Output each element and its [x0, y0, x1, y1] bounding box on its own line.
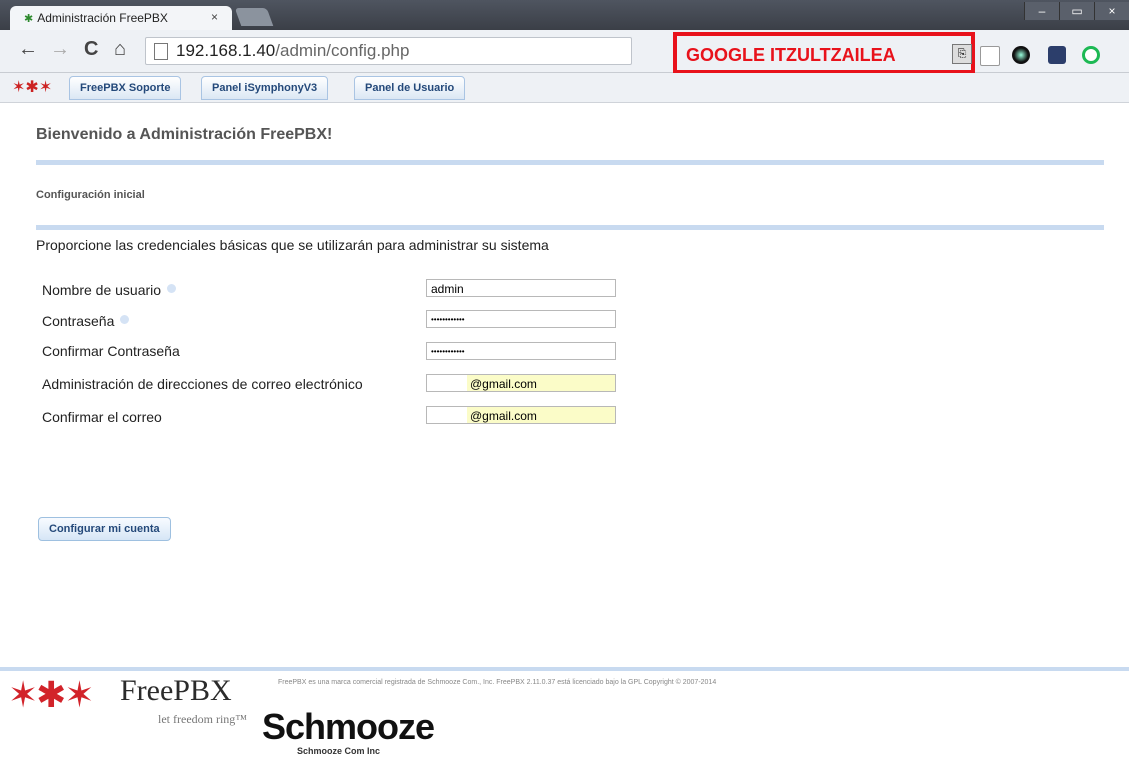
browser-titlebar: ✱ Administración FreePBX × – ▭ × — [0, 0, 1129, 30]
extension-people-icon[interactable] — [1048, 46, 1066, 64]
help-icon[interactable] — [120, 315, 130, 324]
address-bar[interactable]: 192.168.1.40/admin/config.php — [145, 37, 632, 65]
confirm-password-field[interactable]: •••••••••••• — [426, 342, 616, 360]
confirm-email-field[interactable]: @gmail.com — [426, 406, 616, 424]
bookmark-freepbx-soporte[interactable]: FreePBX Soporte — [69, 76, 182, 100]
intro-text: Proporcione las credenciales básicas que… — [36, 237, 549, 253]
footer-legal: FreePBX es una marca comercial registrad… — [278, 679, 717, 686]
bookmark-star-icon[interactable] — [980, 46, 1000, 66]
divider — [36, 225, 1104, 230]
footer-tagline: let freedom ring™ — [158, 712, 248, 726]
freepbx-frog-logo-icon: ✶✱✶ — [8, 674, 94, 715]
password-field[interactable]: •••••••••••• — [426, 310, 616, 328]
tab-title: Administración FreePBX — [37, 11, 168, 25]
schmooze-subtitle: Schmooze Com Inc — [297, 746, 381, 756]
annotation-label: GOOGLE ITZULTZAILEA — [686, 45, 896, 65]
minimize-button[interactable]: – — [1024, 2, 1059, 20]
page-title: Bienvenido a Administración FreePBX! — [36, 126, 333, 143]
bookmarks-bar: ✶✱✶ FreePBX Soporte Panel iSymphonyV3 Pa… — [0, 73, 1129, 103]
bookmark-panel-usuario[interactable]: Panel de Usuario — [354, 76, 466, 100]
section-title: Configuración inicial — [36, 189, 145, 201]
tab-close-icon[interactable]: × — [211, 10, 218, 24]
email-field[interactable]: @gmail.com — [426, 374, 616, 392]
email-redacted — [427, 375, 467, 391]
divider — [36, 160, 1104, 165]
freepbx-favicon-icon: ✱ — [24, 12, 34, 25]
translate-icon[interactable]: ⎘ — [952, 44, 972, 64]
bookmark-panel-isymphony[interactable]: Panel iSymphonyV3 — [201, 76, 329, 100]
email-domain: @gmail.com — [470, 377, 537, 391]
footer-divider — [0, 667, 1129, 671]
extension-color-icon[interactable] — [1012, 46, 1030, 64]
forward-icon[interactable]: → — [50, 38, 70, 61]
password-label: Contraseña — [42, 313, 130, 329]
new-tab-button[interactable] — [234, 8, 274, 26]
home-icon[interactable]: ⌂ — [114, 38, 126, 61]
username-label: Nombre de usuario — [42, 282, 177, 298]
freepbx-logo-icon[interactable]: ✶✱✶ — [12, 77, 52, 97]
email-domain: @gmail.com — [470, 409, 537, 423]
reload-icon[interactable]: C — [84, 38, 98, 61]
url-host: 192.168.1.40 — [176, 41, 276, 60]
footer-brand: FreePBX — [120, 674, 232, 707]
back-icon[interactable]: ← — [18, 38, 38, 61]
confirm-email-label: Confirmar el correo — [42, 409, 162, 425]
email-redacted — [427, 407, 467, 423]
help-icon[interactable] — [167, 284, 177, 293]
page-icon — [154, 42, 168, 60]
email-label: Administración de direcciones de correo … — [42, 376, 363, 392]
confirm-password-label: Confirmar Contraseña — [42, 343, 180, 359]
close-window-button[interactable]: × — [1094, 2, 1129, 20]
schmooze-logo: Schmooze — [262, 706, 435, 747]
url-path: /admin/config.php — [275, 41, 410, 60]
window-controls: – ▭ × — [1024, 2, 1129, 20]
browser-tab[interactable]: ✱ Administración FreePBX × — [10, 6, 232, 30]
extension-g-icon[interactable] — [1082, 46, 1100, 64]
maximize-button[interactable]: ▭ — [1059, 2, 1094, 20]
configure-account-button[interactable]: Configurar mi cuenta — [38, 517, 171, 541]
username-field[interactable]: admin — [426, 279, 616, 297]
